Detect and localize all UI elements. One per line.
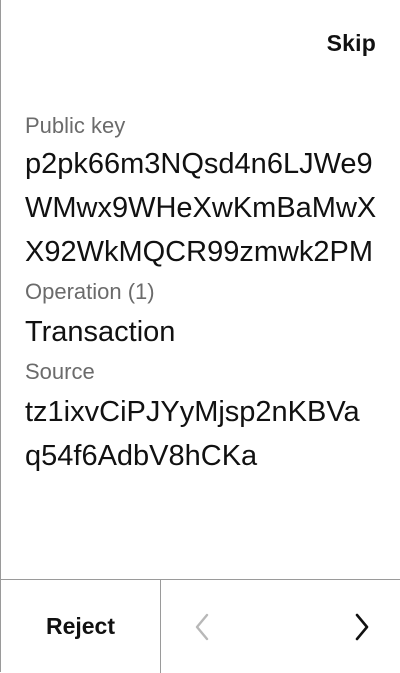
previous-page-button[interactable] — [187, 610, 217, 644]
operation-value: Transaction — [25, 316, 176, 348]
device-screen: Skip Public key p2pk66m3NQsd4n6LJWe9WMwx… — [0, 0, 400, 673]
footer-bar: Reject — [1, 579, 400, 673]
source-label: Source — [25, 359, 95, 384]
page-navigation — [161, 580, 400, 673]
next-page-button[interactable] — [347, 610, 377, 644]
chevron-left-icon — [195, 613, 209, 641]
skip-button[interactable]: Skip — [327, 30, 376, 57]
operation-label: Operation (1) — [25, 279, 155, 304]
public-key-value: p2pk66m3NQsd4n6LJWe9WMwx9WHeXwKmBaMwXX92… — [25, 148, 377, 268]
reject-button[interactable]: Reject — [1, 580, 161, 673]
source-value: tz1ixvCiPJYyMjsp2nKBVaq54f6AdbV8hCKa — [25, 396, 360, 472]
public-key-label: Public key — [25, 113, 126, 138]
chevron-right-icon — [355, 613, 369, 641]
review-content: Public key p2pk66m3NQsd4n6LJWe9WMwx9WHeX… — [25, 112, 385, 478]
